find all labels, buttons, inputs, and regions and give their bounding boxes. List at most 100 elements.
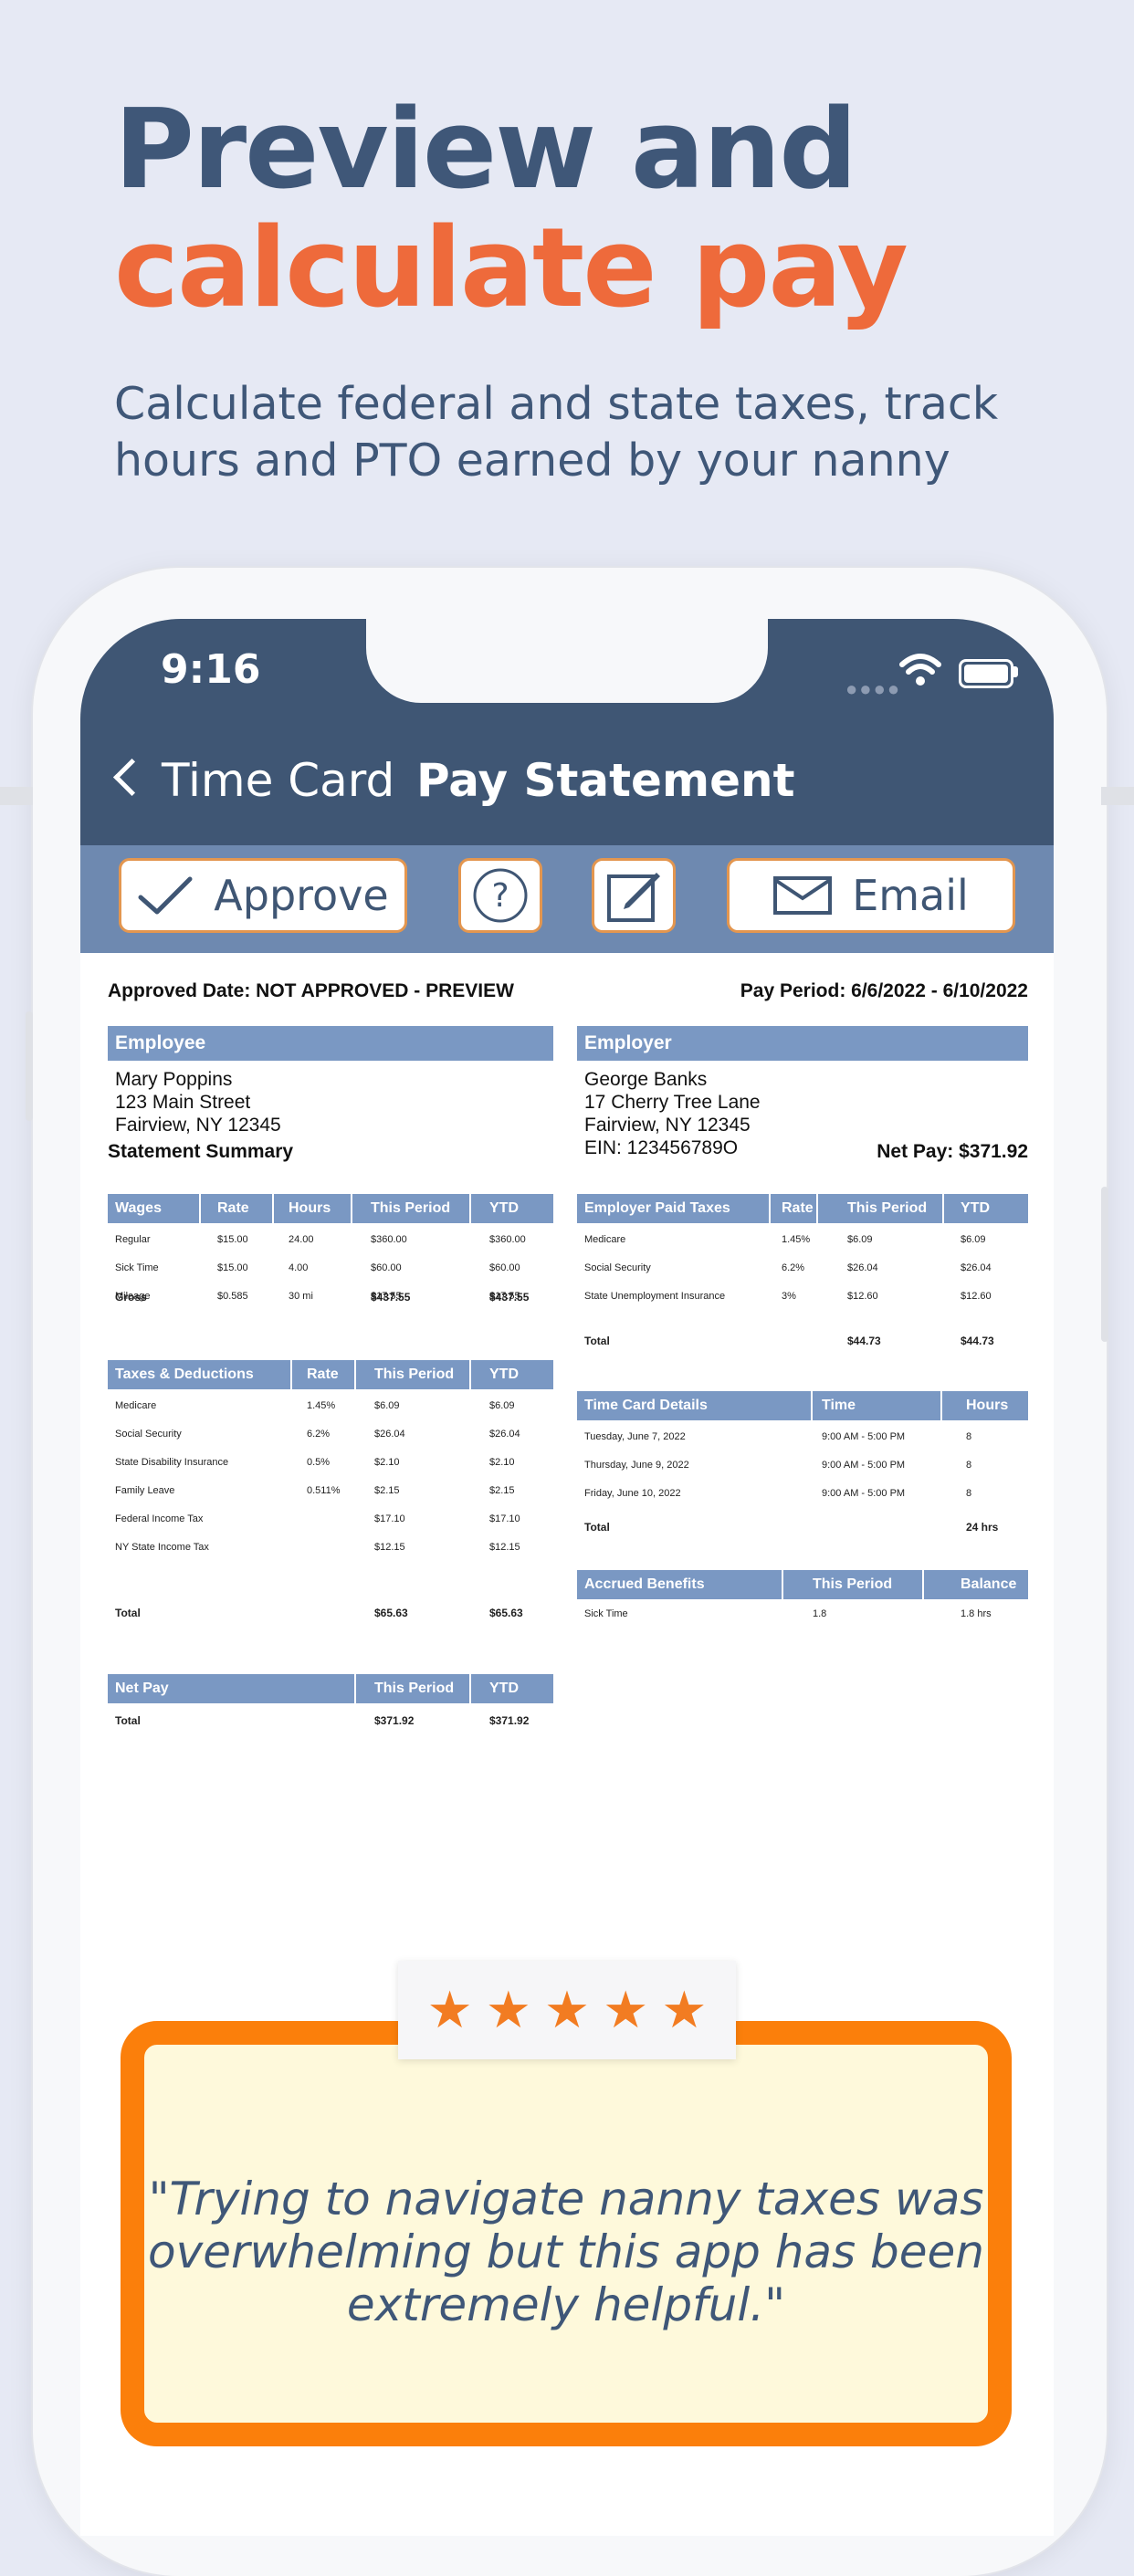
hero-title-line1: Preview and	[114, 87, 857, 214]
table-cell: $437.55	[489, 1291, 530, 1304]
email-label: Email	[852, 871, 969, 920]
table-cell: NY State Income Tax	[115, 1542, 209, 1553]
column-header: Wages	[115, 1200, 162, 1216]
star-rating: ★ ★ ★ ★ ★	[398, 1961, 736, 2059]
table-cell: $17.10	[374, 1513, 405, 1524]
table-cell: $12.60	[847, 1291, 878, 1302]
employee-city: Fairview, NY 12345	[115, 1115, 281, 1136]
table-cell: 3%	[782, 1291, 796, 1302]
employer-name: George Banks	[584, 1069, 708, 1090]
column-header: Rate	[217, 1200, 249, 1216]
phone-side-button	[26, 1011, 33, 1121]
table-cell: $12.15	[489, 1542, 520, 1553]
approved-date: Approved Date: NOT APPROVED - PREVIEW	[108, 980, 514, 1001]
table-cell: $65.63	[489, 1607, 523, 1619]
table-cell: 6.2%	[307, 1429, 331, 1440]
table-cell: Gross	[115, 1291, 147, 1304]
column-header: Hours	[966, 1398, 1009, 1413]
table-cell: $12.15	[374, 1542, 405, 1553]
column-header: Employer Paid Taxes	[584, 1200, 730, 1216]
email-button[interactable]: Email	[727, 858, 1015, 933]
table-cell: 8	[966, 1488, 972, 1499]
review-quote: "Trying to navigate nanny taxes was over…	[148, 2173, 984, 2331]
table-cell: Total	[115, 1714, 141, 1727]
taxes-table-header: Taxes & Deductions Rate This Period YTD	[108, 1360, 553, 1389]
table-cell: 24.00	[289, 1234, 314, 1245]
table-cell: State Unemployment Insurance	[584, 1291, 726, 1302]
column-header: This Period	[374, 1681, 455, 1696]
table-cell: $360.00	[371, 1234, 407, 1245]
hero-title-line2: calculate pay	[114, 205, 908, 332]
column-header: YTD	[489, 1200, 519, 1216]
star-icon: ★	[485, 1980, 531, 2040]
table-cell: $6.09	[489, 1400, 515, 1411]
employee-street: 123 Main Street	[115, 1092, 251, 1113]
table-cell: $2.15	[374, 1485, 400, 1496]
table-cell: $26.04	[374, 1429, 405, 1440]
edit-button[interactable]	[592, 858, 676, 933]
table-cell: Social Security	[115, 1429, 182, 1440]
table-cell: $26.04	[847, 1262, 878, 1273]
table-cell: $60.00	[489, 1262, 520, 1273]
table-cell: Social Security	[584, 1262, 651, 1273]
table-cell: $65.63	[374, 1607, 408, 1619]
edit-icon	[607, 873, 660, 922]
approve-label: Approve	[214, 871, 389, 920]
table-cell: $60.00	[371, 1262, 402, 1273]
star-icon: ★	[426, 1980, 473, 2040]
back-button[interactable]: Time Card	[99, 754, 394, 807]
table-cell: $0.585	[217, 1291, 248, 1302]
table-cell: 0.5%	[307, 1457, 331, 1468]
table-cell: $371.92	[489, 1714, 530, 1727]
page-title: Pay Statement	[416, 754, 795, 807]
table-cell: $26.04	[489, 1429, 520, 1440]
battery-cap	[1013, 666, 1018, 677]
statement-summary-label: Statement Summary	[108, 1141, 294, 1162]
table-cell: $6.09	[847, 1234, 873, 1245]
review-card: "Trying to navigate nanny taxes was over…	[111, 2016, 1021, 2454]
column-header: Taxes & Deductions	[115, 1367, 254, 1382]
column-header: Balance	[961, 1576, 1017, 1592]
employer-taxes-table-header: Employer Paid Taxes Rate This Period YTD	[577, 1194, 1028, 1223]
column-header: Net Pay	[115, 1681, 169, 1696]
table-cell: 8	[966, 1431, 972, 1442]
table-cell: Friday, June 10, 2022	[584, 1488, 681, 1499]
column-header: YTD	[489, 1367, 519, 1382]
table-cell: $6.09	[374, 1400, 400, 1411]
column-header: This Period	[371, 1200, 451, 1216]
employer-ein: EIN: 123456789O	[584, 1137, 739, 1158]
table-cell: Total	[584, 1335, 610, 1347]
review-frame: "Trying to navigate nanny taxes was over…	[121, 2021, 1012, 2446]
phone-side-button	[1101, 1187, 1108, 1342]
column-header: YTD	[489, 1681, 519, 1696]
help-button[interactable]: ?	[458, 858, 542, 933]
table-cell: Federal Income Tax	[115, 1513, 204, 1524]
table-cell: 9:00 AM - 5:00 PM	[822, 1431, 906, 1442]
column-header: Rate	[782, 1200, 814, 1216]
phone-edge	[0, 787, 33, 805]
employer-city: Fairview, NY 12345	[584, 1115, 751, 1136]
table-cell: $6.09	[961, 1234, 986, 1245]
table-cell: $2.10	[489, 1457, 515, 1468]
column-header: Time	[822, 1398, 856, 1413]
accrued-benefits-table-header: Accrued Benefits This Period Balance	[577, 1570, 1028, 1599]
table-cell: 1.45%	[782, 1234, 811, 1245]
employer-street: 17 Cherry Tree Lane	[584, 1092, 761, 1113]
approve-button[interactable]: Approve	[119, 858, 407, 933]
signal-icon: ●●●●	[845, 677, 902, 700]
column-header: Time Card Details	[584, 1398, 708, 1413]
table-cell: Thursday, June 9, 2022	[584, 1460, 689, 1471]
table-cell: Family Leave	[115, 1485, 175, 1496]
employer-heading: Employer	[577, 1026, 1028, 1061]
table-cell: $2.15	[489, 1485, 515, 1496]
battery-icon	[959, 659, 1013, 688]
table-cell: 24 hrs	[966, 1521, 999, 1534]
table-cell: Medicare	[584, 1234, 626, 1245]
table-cell: Total	[115, 1607, 141, 1619]
star-icon: ★	[543, 1980, 591, 2040]
column-header: Hours	[289, 1200, 331, 1216]
table-cell: $15.00	[217, 1234, 248, 1245]
chevron-left-icon	[112, 758, 152, 797]
table-cell: Medicare	[115, 1400, 157, 1411]
table-cell: 0.511%	[307, 1485, 341, 1496]
